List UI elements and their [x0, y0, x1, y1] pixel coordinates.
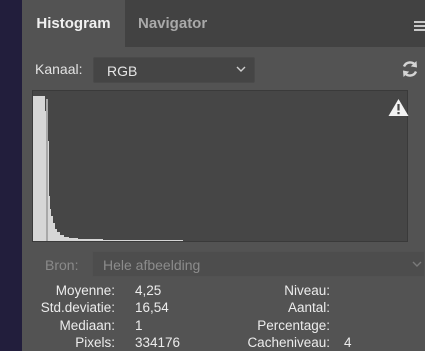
- histogram-graph: [32, 90, 408, 242]
- channel-label: Kanaal:: [35, 61, 83, 77]
- source-select[interactable]: Hele afbeelding: [92, 251, 425, 277]
- stat-label-mean: Moyenne:: [55, 283, 115, 298]
- source-label: Bron:: [45, 257, 79, 273]
- stat-value-std-dev: 16,54: [135, 300, 169, 315]
- stat-label-level: Niveau:: [284, 283, 330, 298]
- panel-menu-icon[interactable]: [414, 21, 425, 32]
- stat-label-percentage: Percentage:: [257, 318, 330, 333]
- panel-tab-bar: Histogram Navigator: [22, 0, 425, 47]
- histogram-spike: [46, 99, 48, 241]
- histogram-panel: Histogram Navigator Kanaal: RGB Bron: He…: [22, 0, 425, 351]
- histogram-area: [33, 96, 407, 241]
- left-dock-strip: [0, 0, 22, 351]
- histogram-svg: [33, 96, 407, 241]
- warning-icon[interactable]: [388, 98, 409, 117]
- channel-value: RGB: [107, 63, 138, 79]
- tab-histogram[interactable]: Histogram: [22, 0, 125, 47]
- stat-label-cache-level: Cacheniveau:: [247, 335, 330, 350]
- refresh-icon[interactable]: [400, 59, 420, 79]
- stat-value-median: 1: [135, 318, 143, 333]
- stat-label-median: Mediaan:: [59, 318, 115, 333]
- chevron-down-icon: [236, 66, 246, 72]
- stat-value-pixels: 334176: [135, 335, 181, 350]
- source-value: Hele afbeelding: [103, 257, 201, 273]
- tab-navigator[interactable]: Navigator: [138, 0, 207, 47]
- stat-label-count: Aantal:: [287, 300, 330, 315]
- channel-select[interactable]: RGB: [93, 57, 255, 83]
- chevron-down-icon: [412, 261, 422, 267]
- stat-label-pixels: Pixels:: [75, 335, 115, 350]
- stat-value-mean: 4,25: [135, 283, 162, 298]
- stat-label-std-dev: Std.deviatie:: [40, 300, 115, 315]
- stat-value-cache-level: 4: [344, 335, 352, 350]
